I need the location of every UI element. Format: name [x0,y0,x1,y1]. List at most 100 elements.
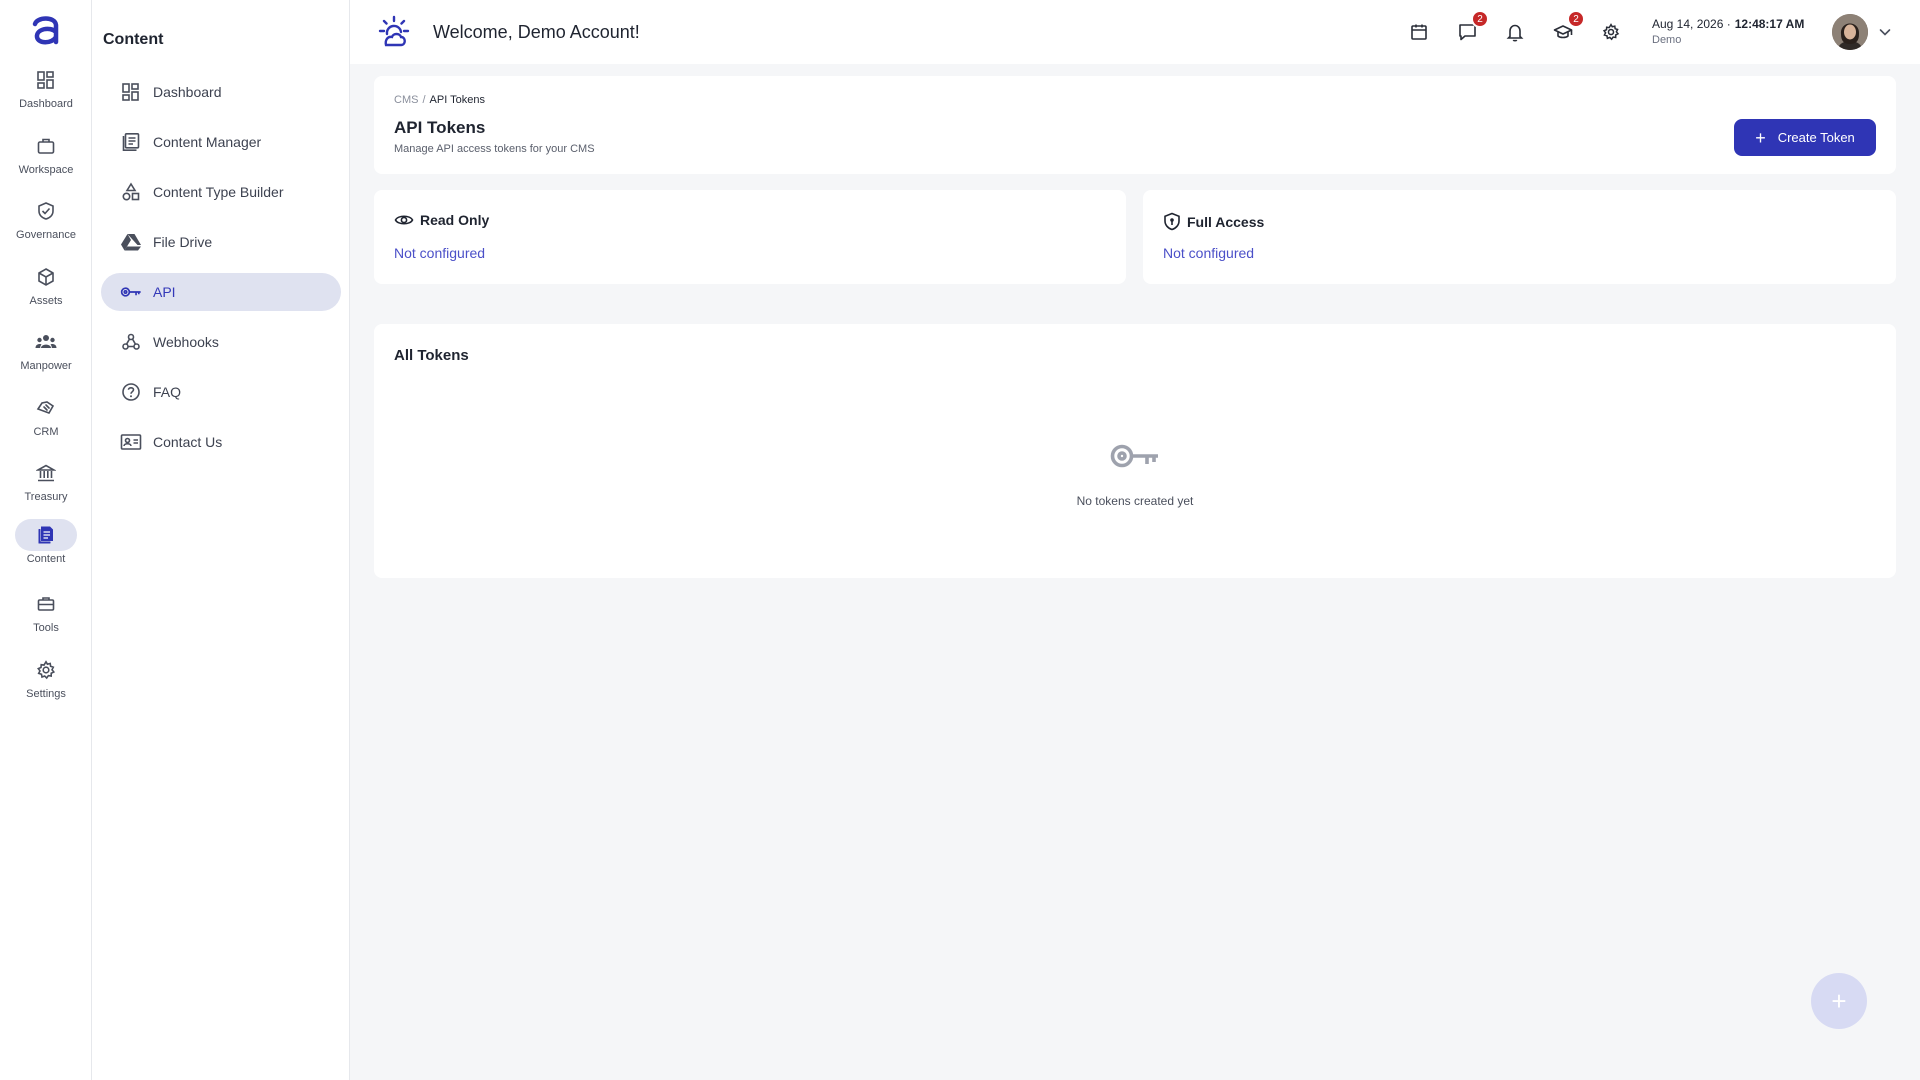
breadcrumb-root[interactable]: CMS [394,94,418,106]
rail-label: Manpower [20,360,72,372]
list-doc-icon [122,132,140,151]
briefcase-icon [37,138,55,154]
date-time: Aug 14, 2026 · 12:48:17 AM [1652,17,1804,31]
subnav-item-file-drive[interactable]: File Drive [101,223,341,261]
subnav-item-contact-us[interactable]: Contact Us [101,423,341,461]
bell-icon [1506,24,1524,42]
floating-add-button[interactable]: + [1811,973,1867,1029]
subnav-item-label: File Drive [153,234,213,250]
document-icon [38,526,53,544]
subnav-item-faq[interactable]: FAQ [101,373,341,411]
gear-icon [1602,23,1620,41]
avatar[interactable] [1832,14,1868,50]
drive-icon [121,234,141,251]
webhook-icon [122,333,140,350]
rail-item-treasury[interactable]: Treasury [0,457,92,515]
create-token-label: Create Token [1777,130,1855,145]
page-title: API Tokens [394,118,486,137]
rail-label: Tools [33,622,59,634]
shapes-icon [122,182,140,201]
read-only-card: Read Only Not configured [374,190,1126,284]
gear-icon [37,660,56,680]
rail-item-tools[interactable]: Tools [0,588,92,646]
logo-icon [32,16,59,45]
contact-card-icon [120,434,142,450]
create-token-button[interactable]: + Create Token [1734,119,1876,156]
plus-icon: + [1755,127,1766,148]
calendar-icon [1411,24,1427,40]
app-root: Dashboard Workspace Governance Assets Ma… [0,0,1920,1080]
user-photo [1832,14,1868,50]
subnav-item-label: Dashboard [153,84,222,100]
subnav-item-webhooks[interactable]: Webhooks [101,323,341,361]
rail-label: Content [26,553,66,565]
rail-item-workspace[interactable]: Workspace [0,130,92,188]
all-tokens-card: All Tokens No tokens created yet [374,324,1896,578]
rail-label: Assets [29,295,63,307]
page-header-card: CMS / API Tokens API Tokens Manage API acc… [374,76,1896,174]
rail-item-governance[interactable]: Governance [0,195,92,253]
messages-badge: 2 [1471,10,1489,28]
rail-label: Settings [26,688,66,700]
page-subtitle: Manage API access tokens for your CMS [394,143,595,155]
read-only-status[interactable]: Not configured [394,245,485,261]
full-access-status[interactable]: Not configured [1163,245,1254,261]
current-date: Aug 14, 2026 · [1652,17,1731,31]
rail-item-content[interactable]: Content [0,519,92,577]
app-logo[interactable] [0,8,92,52]
rail-item-assets[interactable]: Assets [0,261,92,319]
shield-lock-icon [1164,212,1180,231]
top-bar: Welcome, Demo Account! 2 2 Aug 14, 2026 … [350,0,1920,64]
rail-item-crm[interactable]: CRM [0,392,92,450]
calendar-button[interactable] [1405,18,1433,46]
toolbox-icon [37,597,55,611]
current-time: 12:48:17 AM [1734,17,1805,31]
breadcrumb: CMS / API Tokens [394,94,485,106]
key-icon [1110,444,1158,468]
dashboard-icon [122,83,139,101]
subnav-title: Content [103,31,164,48]
learning-button[interactable]: 2 [1549,10,1585,46]
dashboard-icon [37,71,54,89]
brand-sun-cloud-icon [378,15,410,47]
subnav-item-label: Contact Us [153,434,223,450]
subnav-item-content-type-builder[interactable]: Content Type Builder [101,173,341,211]
people-icon [35,335,57,348]
rail-label: Treasury [24,491,68,503]
plus-icon: + [1831,985,1847,1016]
rail-label: Dashboard [19,98,73,110]
rail-item-manpower[interactable]: Manpower [0,326,92,384]
rail-item-dashboard[interactable]: Dashboard [0,64,92,122]
welcome-message: Welcome, Demo Account! [433,22,640,42]
full-access-title: Full Access [1187,213,1265,230]
breadcrumb-current: API Tokens [429,94,485,106]
all-tokens-title: All Tokens [394,347,469,364]
breadcrumb-separator: / [422,94,426,106]
subnav-item-label: API [153,284,176,300]
subnav-item-label: Content Manager [153,134,262,150]
empty-state-text: No tokens created yet [1076,494,1194,508]
handshake-icon [36,401,55,414]
subnav-item-dashboard[interactable]: Dashboard [101,73,341,111]
rail-label: Workspace [18,164,74,176]
full-access-card: Full Access Not configured [1143,190,1896,284]
rail-label: Governance [16,229,76,241]
subnav-item-api[interactable]: API [101,273,341,311]
subnav-item-content-manager[interactable]: Content Manager [101,123,341,161]
read-only-title: Read Only [420,212,490,228]
shield-check-icon [38,202,54,220]
rail-label: CRM [33,426,59,438]
subnav-item-label: FAQ [153,384,182,400]
help-circle-icon [122,383,140,401]
messages-button[interactable]: 2 [1453,10,1489,46]
eye-icon [394,215,414,225]
subnav-item-label: Content Type Builder [153,184,284,200]
rail-item-settings[interactable]: Settings [0,654,92,712]
notifications-button[interactable] [1501,18,1529,46]
key-icon [120,287,141,297]
settings-button[interactable] [1597,18,1625,46]
account-name: Demo [1652,34,1682,46]
chevron-down-icon[interactable] [1877,24,1893,40]
bank-icon [36,464,56,482]
app-rail: Dashboard Workspace Governance Assets Ma… [0,0,92,1080]
